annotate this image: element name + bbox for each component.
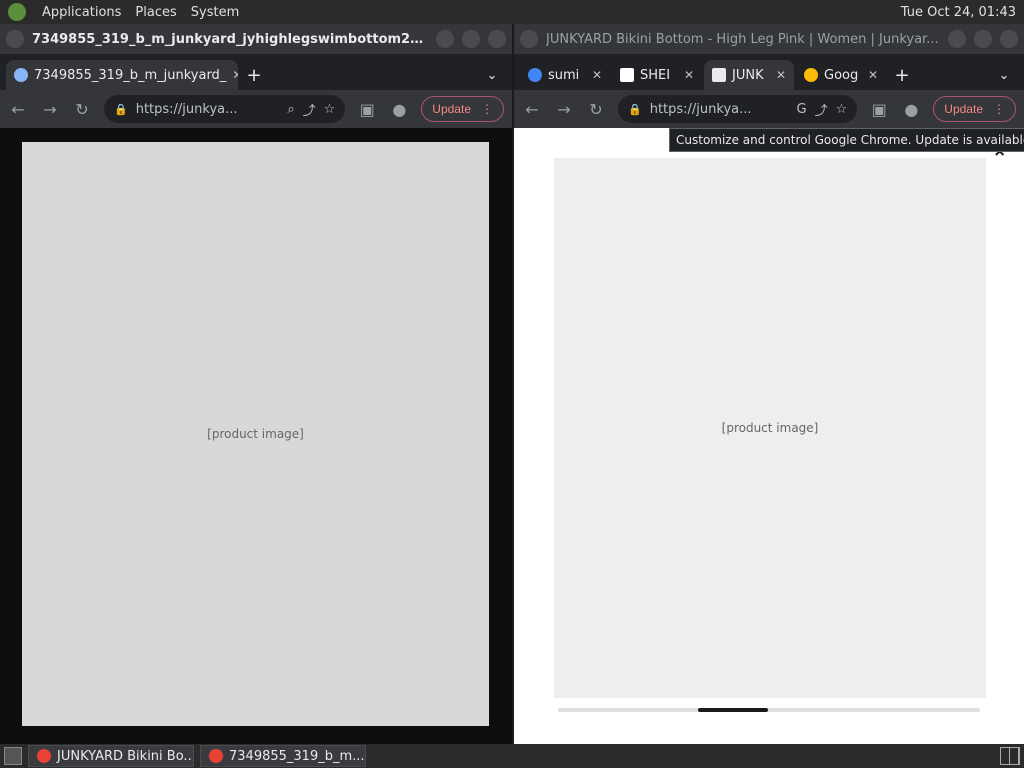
lock-icon[interactable]: 🔒 [114, 103, 128, 116]
profile-icon[interactable]: ● [389, 100, 409, 119]
tab-google-search[interactable]: sumi ✕ [520, 60, 610, 90]
shein-icon [620, 68, 634, 82]
show-desktop-icon[interactable] [4, 747, 22, 765]
reload-icon[interactable]: ↻ [586, 100, 606, 119]
applications-menu[interactable]: Applications [42, 5, 121, 20]
address-bar[interactable]: 🔒 https://junkya... G ⤴ ☆ [618, 95, 858, 123]
page-content: ⌃ [product image] [514, 128, 1024, 744]
close-icon[interactable]: ✕ [776, 68, 786, 82]
chevron-down-icon[interactable]: ⌄ [990, 60, 1018, 90]
page-content: [product image] [0, 128, 512, 744]
right-browser-window: JUNKYARD Bikini Bottom - High Leg Pink |… [514, 24, 1024, 744]
taskbar-item-image[interactable]: 7349855_319_b_m... [200, 745, 366, 767]
titlebar[interactable]: JUNKYARD Bikini Bottom - High Leg Pink |… [514, 24, 1024, 54]
window-menu-icon[interactable] [6, 30, 24, 48]
chrome-icon [209, 749, 223, 763]
reload-icon[interactable]: ↻ [72, 100, 92, 119]
side-panel-icon[interactable]: ▣ [869, 100, 889, 119]
star-icon[interactable]: ☆ [324, 102, 336, 117]
share-icon[interactable]: ⤴ [303, 100, 316, 119]
new-tab-button[interactable]: + [888, 60, 916, 90]
google-lens-icon[interactable]: G [797, 102, 807, 117]
minimize-icon[interactable] [436, 30, 454, 48]
window-menu-icon[interactable] [520, 30, 538, 48]
close-window-icon[interactable] [1000, 30, 1018, 48]
share-icon[interactable]: ⤴ [815, 100, 828, 119]
left-browser-window: 7349855_319_b_m_junkyard_jyhighlegswimbo… [0, 24, 512, 744]
address-bar[interactable]: 🔒 https://junkya... ⌕ ⤴ ☆ [104, 95, 346, 123]
maximize-icon[interactable] [974, 30, 992, 48]
clock[interactable]: Tue Oct 24, 01:43 [901, 5, 1016, 20]
system-menu[interactable]: System [191, 5, 239, 20]
tab-google[interactable]: Goog ✕ [796, 60, 886, 90]
product-image: [product image] [22, 142, 489, 726]
side-panel-icon[interactable]: ▣ [357, 100, 377, 119]
star-icon[interactable]: ☆ [836, 102, 848, 117]
carousel-scrollbar[interactable] [558, 708, 980, 712]
taskbar-item-label: 7349855_319_b_m... [229, 748, 365, 764]
tab-label: JUNK [732, 67, 764, 83]
chrome-icon [37, 749, 51, 763]
update-button[interactable]: Update ⋮ [421, 96, 504, 122]
url-text: https://junkya... [135, 101, 238, 117]
close-window-icon[interactable] [488, 30, 506, 48]
product-image: [product image] [554, 158, 986, 698]
tab-label: SHEI [640, 67, 671, 83]
workspace-switcher[interactable] [1000, 747, 1020, 765]
lock-icon[interactable]: 🔒 [628, 103, 642, 116]
chrome-icon [804, 68, 818, 82]
maximize-icon[interactable] [462, 30, 480, 48]
url-text: https://junkya... [649, 101, 752, 117]
places-menu[interactable]: Places [135, 5, 176, 20]
update-label: Update [432, 102, 471, 116]
toolbar: ← → ↻ 🔒 https://junkya... G ⤴ ☆ ▣ ● Upda… [514, 90, 1024, 128]
back-icon[interactable]: ← [522, 100, 542, 119]
chevron-down-icon[interactable]: ⌄ [478, 60, 506, 90]
tab-label: sumi [548, 67, 580, 83]
zoom-icon[interactable]: ⌕ [287, 102, 294, 117]
back-icon[interactable]: ← [8, 100, 28, 119]
tab-image[interactable]: 7349855_319_b_m_junkyard_ ✕ [6, 60, 238, 90]
forward-icon[interactable]: → [40, 100, 60, 119]
update-button[interactable]: Update ⋮ [933, 96, 1016, 122]
update-label: Update [944, 102, 983, 116]
tabstrip: sumi ✕ SHEI ✕ JUNK ✕ Goog ✕ + ⌄ [514, 54, 1024, 90]
close-icon[interactable]: ✕ [684, 68, 694, 82]
new-tab-button[interactable]: + [240, 60, 268, 90]
junkyard-icon [712, 68, 726, 82]
update-tooltip: Customize and control Google Chrome. Upd… [669, 128, 1024, 152]
tab-label: 7349855_319_b_m_junkyard_ [34, 67, 227, 83]
close-icon[interactable]: ✕ [232, 68, 238, 82]
taskbar: JUNKYARD Bikini Bo... 7349855_319_b_m... [0, 744, 1024, 768]
kebab-icon: ⋮ [481, 102, 493, 116]
close-icon[interactable]: ✕ [868, 68, 878, 82]
close-icon[interactable]: ✕ [592, 68, 602, 82]
carousel-scroll-thumb[interactable] [698, 708, 768, 712]
window-title: 7349855_319_b_m_junkyard_jyhighlegswimbo… [32, 31, 428, 47]
toolbar: ← → ↻ 🔒 https://junkya... ⌕ ⤴ ☆ ▣ ● Upda… [0, 90, 512, 128]
profile-icon[interactable]: ● [901, 100, 921, 119]
minimize-icon[interactable] [948, 30, 966, 48]
window-title: JUNKYARD Bikini Bottom - High Leg Pink |… [546, 31, 939, 47]
tab-label: Goog [824, 67, 859, 83]
taskbar-item-label: JUNKYARD Bikini Bo... [57, 748, 194, 764]
top-panel: Applications Places System Tue Oct 24, 0… [0, 0, 1024, 24]
os-logo-icon[interactable] [8, 3, 26, 21]
tab-shein[interactable]: SHEI ✕ [612, 60, 702, 90]
google-icon [528, 68, 542, 82]
tabstrip: 7349855_319_b_m_junkyard_ ✕ + ⌄ [0, 54, 512, 90]
forward-icon[interactable]: → [554, 100, 574, 119]
kebab-icon: ⋮ [993, 102, 1005, 116]
tab-junkyard[interactable]: JUNK ✕ [704, 60, 794, 90]
titlebar[interactable]: 7349855_319_b_m_junkyard_jyhighlegswimbo… [0, 24, 512, 54]
globe-icon [14, 68, 28, 82]
taskbar-item-junkyard[interactable]: JUNKYARD Bikini Bo... [28, 745, 194, 767]
